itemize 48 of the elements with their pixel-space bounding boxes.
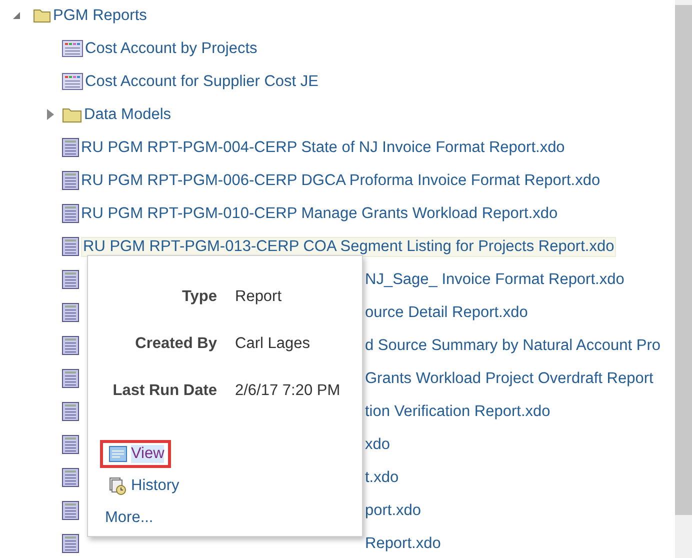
report-name[interactable]: Data Models [84, 106, 172, 124]
report-icon [62, 369, 79, 388]
report-name[interactable]: Grants Workload Project Overdraft Report [365, 370, 654, 388]
collapse-triangle-icon[interactable] [12, 11, 21, 20]
field-value: 2/6/17 7:20 PM [235, 382, 342, 400]
report-name[interactable]: RU PGM RPT-PGM-006-CERP DGCA Proforma Invoice Format Report.xdo [81, 172, 600, 190]
action-link[interactable]: View [131, 445, 164, 463]
folder-name[interactable]: PGM Reports [53, 6, 147, 24]
table-icon [62, 73, 83, 90]
table-icon [62, 40, 83, 57]
report-name[interactable]: t.xdo [365, 468, 399, 486]
report-icon [62, 534, 79, 553]
report-icon [62, 402, 79, 421]
history-icon [109, 477, 127, 495]
report-name[interactable]: tion Verification Report.xdo [365, 402, 550, 420]
report-icon [62, 270, 79, 289]
action-link[interactable]: History [131, 477, 180, 495]
report-name[interactable]: Cost Account for Supplier Cost JE [85, 72, 318, 90]
report-icon [62, 303, 79, 322]
report-icon [62, 435, 79, 454]
folder-icon [33, 8, 51, 23]
report-name[interactable]: NJ_Sage_ Invoice Format Report.xdo [365, 270, 624, 288]
report-icon [62, 171, 79, 190]
report-icon [62, 501, 79, 520]
report-icon [62, 204, 79, 223]
field-label: Type [180, 288, 217, 306]
report-icon [62, 468, 79, 487]
report-name[interactable]: port.xdo [365, 502, 422, 520]
folder-icon [62, 106, 82, 122]
report-name[interactable]: ource Detail Report.xdo [365, 304, 528, 322]
report-name[interactable]: RU PGM RPT-PGM-013-CERP COA Segment Listing for Projects Report.xdo [81, 236, 616, 256]
field-value: Report [235, 288, 283, 306]
scrollbar[interactable] [675, 0, 692, 558]
field-label: Last Run Date [112, 382, 217, 400]
report-name[interactable]: Report.xdo [365, 534, 441, 552]
expand-triangle-icon[interactable] [46, 109, 55, 120]
report-icon [62, 336, 79, 355]
report-icon [62, 138, 79, 157]
action-link[interactable]: More... [105, 509, 154, 527]
field-label: Created By [134, 335, 217, 353]
report-name[interactable]: Cost Account by Projects [85, 40, 258, 58]
report-name[interactable]: xdo [365, 436, 390, 454]
report-name[interactable]: d Source Summary by Natural Account Pro [365, 336, 660, 354]
field-value: Carl Lages [235, 335, 311, 353]
view-icon [109, 446, 127, 462]
report-name[interactable]: RU PGM RPT-PGM-010-CERP Manage Grants Workload Report.xdo [81, 204, 558, 222]
report-name[interactable]: RU PGM RPT-PGM-004-CERP State of NJ Invoice Format Report.xdo [81, 138, 565, 156]
report-icon [62, 237, 79, 256]
